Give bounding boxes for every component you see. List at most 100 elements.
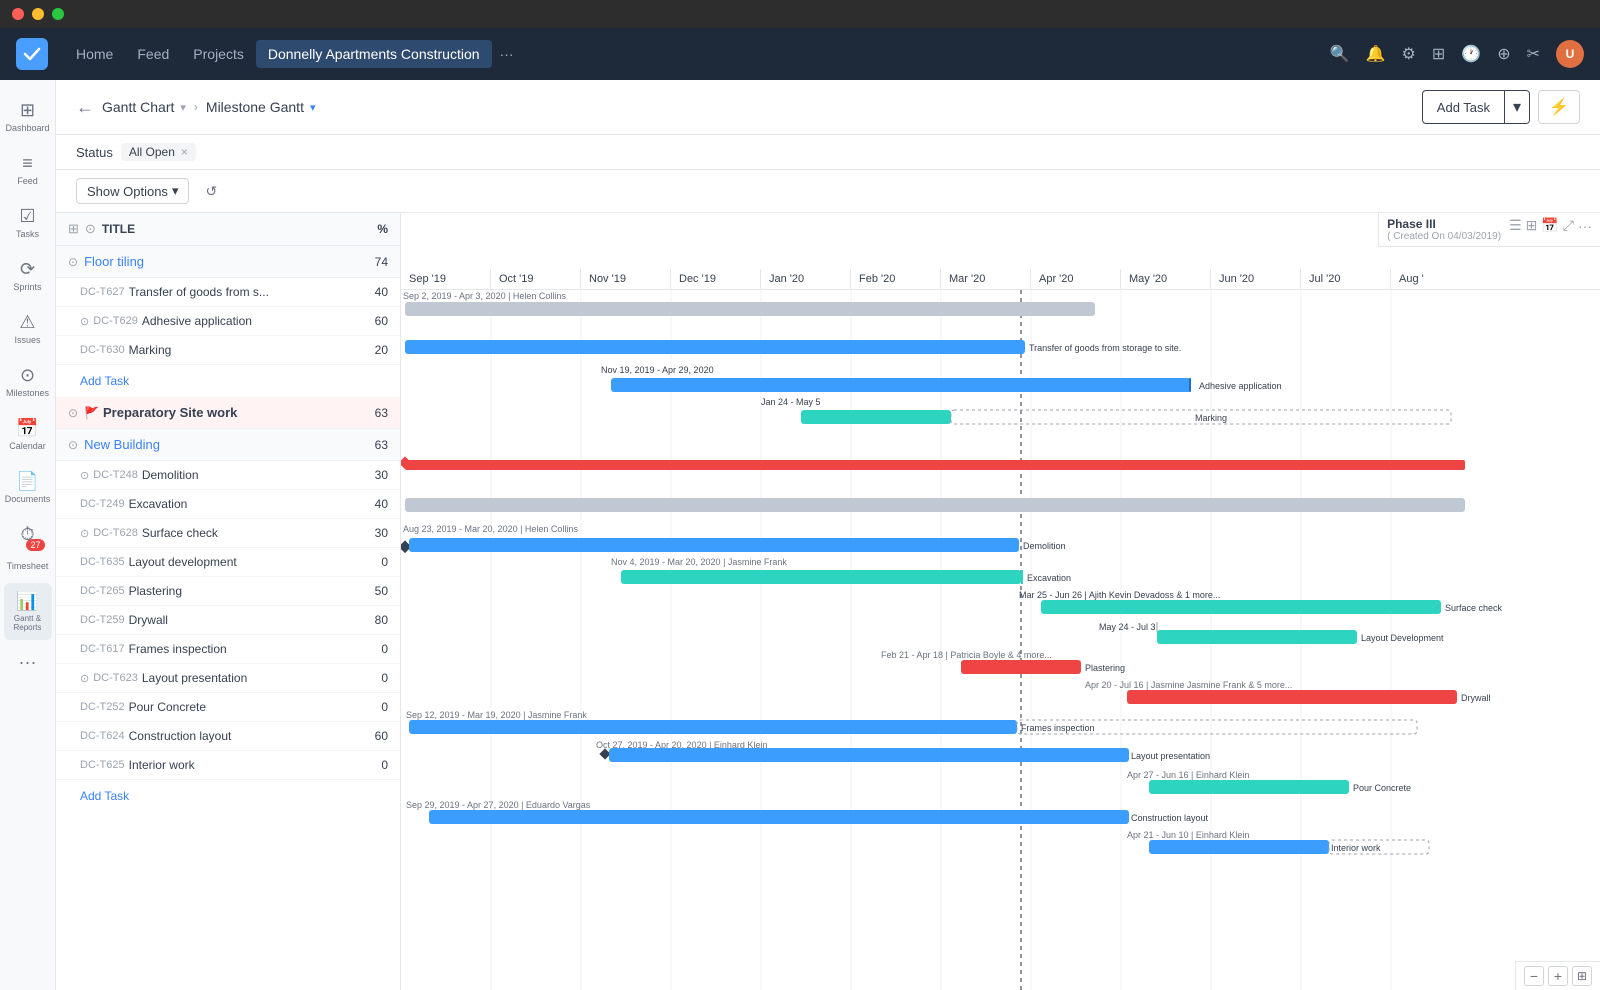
svg-text:Marking: Marking	[1195, 413, 1227, 423]
bar-construction-layout[interactable]	[429, 810, 1129, 824]
grid-icon[interactable]: ⊞	[1432, 44, 1445, 64]
table-row[interactable]: DC-T627 Transfer of goods from s... 40	[56, 278, 400, 307]
bar-interior[interactable]	[1149, 840, 1329, 854]
zoom-out-btn[interactable]: −	[1524, 966, 1544, 986]
bar-plastering[interactable]	[961, 660, 1081, 674]
nav-projects[interactable]: Projects	[181, 40, 256, 68]
phase-calendar-icon[interactable]: 📅	[1541, 217, 1558, 234]
user-avatar[interactable]: U	[1556, 40, 1584, 68]
help-icon[interactable]: ⊕	[1497, 44, 1510, 64]
table-row[interactable]: DC-T624 Construction layout 60	[56, 722, 400, 751]
sidebar-item-dashboard[interactable]: ⊞ Dashboard	[4, 92, 52, 141]
table-row[interactable]: DC-T625 Interior work 0	[56, 751, 400, 780]
show-options-button[interactable]: Show Options ▾	[76, 178, 189, 204]
table-row[interactable]: DC-T630 Marking 20	[56, 336, 400, 365]
bar-transfer[interactable]	[405, 340, 1025, 354]
tools-icon[interactable]: ✂	[1527, 44, 1540, 64]
group-preparatory[interactable]: ⊙ 🚩 Preparatory Site work 63	[56, 397, 400, 429]
month-cell: May '20	[1121, 269, 1211, 289]
gantt-body[interactable]: Sep 2, 2019 - Apr 3, 2020 | Helen Collin…	[401, 290, 1600, 990]
bar-layout-pres[interactable]	[609, 748, 1129, 762]
bar-surface[interactable]	[1041, 600, 1441, 614]
table-row[interactable]: DC-T259 Drywall 80	[56, 606, 400, 635]
task-id: DC-T617	[80, 643, 125, 655]
table-row[interactable]: ⊙ DC-T623 Layout presentation 0	[56, 664, 400, 693]
sidebar-item-documents[interactable]: 📄 Documents	[4, 463, 52, 512]
svg-text:Adhesive application: Adhesive application	[1199, 381, 1282, 391]
close-btn[interactable]	[12, 8, 24, 20]
group-building[interactable]: ⊙ New Building 63	[56, 429, 400, 461]
sidebar-item-sprints[interactable]: ⟳ Sprints	[4, 251, 52, 300]
add-task-row-floor[interactable]: Add Task	[56, 365, 400, 397]
status-filter-tag[interactable]: All Open ×	[121, 143, 196, 161]
sidebar-item-issues[interactable]: ⚠ Issues	[4, 304, 52, 353]
phase-expand-icon[interactable]: ⤢	[1563, 217, 1574, 234]
nav-more[interactable]: ···	[492, 40, 522, 68]
table-row[interactable]: ⊙ DC-T248 Demolition 30	[56, 461, 400, 490]
grid-view-btn[interactable]: ⊞	[1572, 966, 1592, 986]
table-row[interactable]: ⊙ DC-T629 Adhesive application 60	[56, 307, 400, 336]
breadcrumb-milestone-label: Milestone Gantt	[206, 99, 304, 115]
phase-list-icon[interactable]: ☰	[1509, 217, 1522, 234]
sidebar-item-gantt[interactable]: 📊 Gantt &Reports	[4, 583, 52, 640]
svg-text:Pour Concrete: Pour Concrete	[1353, 783, 1411, 793]
bar-frames[interactable]	[409, 720, 1017, 734]
phase-grid-icon[interactable]: ⊞	[1526, 217, 1538, 234]
task-pct: 20	[358, 343, 388, 357]
group-floor-tiling[interactable]: ⊙ Floor tiling 74	[56, 246, 400, 278]
task-id: DC-T252	[80, 701, 125, 713]
filter-button[interactable]: ⚡	[1538, 90, 1580, 124]
breadcrumb-gantt[interactable]: Gantt Chart ▾	[102, 99, 186, 115]
task-list: ⊞ ⊙ TITLE % ⊙ Floor tiling 74 DC-T627 Tr…	[56, 213, 401, 990]
expand-icon: ⊙	[80, 527, 89, 540]
zoom-controls: − + ⊞	[1515, 961, 1600, 990]
documents-icon: 📄	[16, 471, 38, 492]
sidebar-item-tasks[interactable]: ☑ Tasks	[4, 198, 52, 247]
group-name: Preparatory Site work	[103, 405, 358, 420]
breadcrumb-gantt-dropdown[interactable]: ▾	[180, 101, 186, 114]
sidebar-item-milestones[interactable]: ⊙ Milestones	[4, 357, 52, 406]
phase-more-icon[interactable]: ···	[1578, 218, 1592, 234]
breadcrumb-milestone[interactable]: Milestone Gantt ▾	[206, 99, 316, 115]
search-icon[interactable]: 🔍	[1330, 44, 1350, 64]
sidebar-item-calendar[interactable]: 📅 Calendar	[4, 410, 52, 459]
bar-pour-concrete[interactable]	[1149, 780, 1349, 794]
bar-preparatory[interactable]	[405, 460, 1465, 470]
table-row[interactable]: DC-T617 Frames inspection 0	[56, 635, 400, 664]
bar-layout-dev[interactable]	[1157, 630, 1357, 644]
maximize-btn[interactable]	[52, 8, 64, 20]
task-name: Excavation	[129, 497, 358, 511]
add-task-row-building[interactable]: Add Task	[56, 780, 400, 812]
sidebar-item-timesheet[interactable]: ⏱ 27 Timesheet	[4, 516, 52, 579]
settings-icon[interactable]: ⚙	[1402, 44, 1416, 64]
month-cell: Jan '20	[761, 269, 851, 289]
status-filter-remove[interactable]: ×	[181, 145, 188, 159]
table-row[interactable]: ⊙ DC-T628 Surface check 30	[56, 519, 400, 548]
clock-icon[interactable]: 🕐	[1461, 44, 1481, 64]
bar-demolition[interactable]	[409, 538, 1019, 552]
bar-excavation[interactable]	[621, 570, 1021, 584]
add-task-main[interactable]: Add Task	[1423, 94, 1504, 121]
minimize-btn[interactable]	[32, 8, 44, 20]
bar-drywall[interactable]	[1127, 690, 1457, 704]
table-row[interactable]: DC-T252 Pour Concrete 0	[56, 693, 400, 722]
sidebar-item-more[interactable]: ···	[4, 644, 52, 681]
table-row[interactable]: DC-T635 Layout development 0	[56, 548, 400, 577]
nav-current-project[interactable]: Donnelly Apartments Construction	[256, 40, 492, 68]
sidebar-item-feed[interactable]: ≡ Feed	[4, 145, 52, 194]
add-task-dropdown[interactable]: ▾	[1504, 91, 1529, 123]
back-button[interactable]: ←	[76, 97, 94, 118]
task-list-grid-icon: ⊞	[68, 221, 79, 237]
bar-adhesive[interactable]	[611, 378, 1191, 392]
svg-text:Nov 4, 2019 - Mar 20, 2020 | J: Nov 4, 2019 - Mar 20, 2020 | Jasmine Fra…	[611, 557, 787, 567]
nav-home[interactable]: Home	[64, 40, 125, 68]
sidebar-label-tasks: Tasks	[16, 229, 39, 239]
zoom-in-btn[interactable]: +	[1548, 966, 1568, 986]
table-row[interactable]: DC-T265 Plastering 50	[56, 577, 400, 606]
undo-button[interactable]: ↺	[197, 179, 225, 204]
bar-marking[interactable]	[801, 410, 951, 424]
nav-feed[interactable]: Feed	[125, 40, 181, 68]
table-row[interactable]: DC-T249 Excavation 40	[56, 490, 400, 519]
breadcrumb-milestone-dropdown[interactable]: ▾	[310, 101, 316, 114]
bell-icon[interactable]: 🔔	[1366, 44, 1386, 64]
